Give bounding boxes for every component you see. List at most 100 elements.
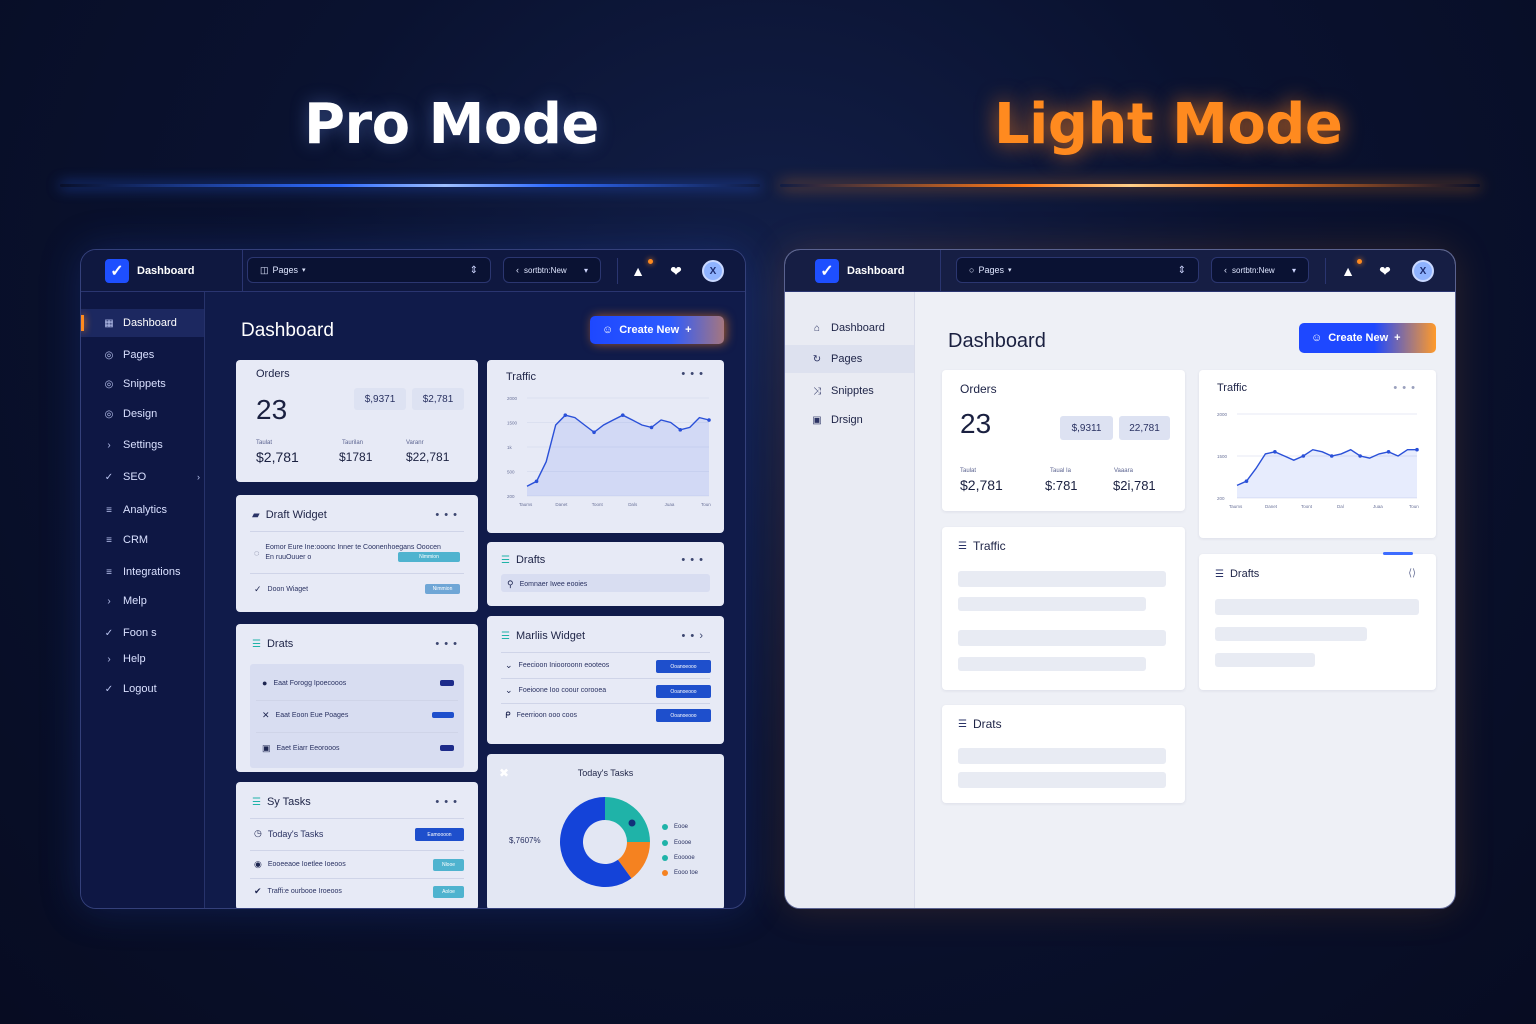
stat-value: $2i,781 bbox=[1113, 478, 1156, 493]
sidebar-item-snippets[interactable]: ◎ Snippets bbox=[81, 370, 204, 398]
list-item[interactable]: ⌄ Feecioon Iniooroonn eooteos bbox=[505, 660, 609, 671]
shuffle-icon: ⤨ bbox=[813, 385, 821, 397]
sidebar-item-label: Snipptes bbox=[831, 385, 874, 397]
list-item[interactable]: ✔ Traffi:e ourbooe Iroeoos bbox=[254, 886, 342, 897]
more-options-icon[interactable]: • • • bbox=[435, 509, 458, 521]
status-badge[interactable]: Ooanoeooo bbox=[656, 660, 711, 673]
sidebar-item-dashboard[interactable]: ▦ Dashboard bbox=[81, 309, 204, 337]
sidebar-item-help[interactable]: › Help bbox=[81, 645, 204, 673]
sidebar-item-design[interactable]: ◎ Design bbox=[81, 400, 204, 428]
x-tick-label: Toun bbox=[1409, 504, 1419, 509]
more-options-icon[interactable]: • • • bbox=[435, 796, 458, 808]
list-item[interactable]: ⌄ Foeioone Ioo coour corooea bbox=[505, 685, 606, 696]
sidebar-item-melp[interactable]: › Melp bbox=[81, 587, 204, 615]
stat-label: Taual Ia bbox=[1050, 468, 1072, 474]
list-item[interactable]: ◉ Eooeeaoe Ioetlee Ioeoos bbox=[254, 859, 346, 870]
y-tick-label: 2000 bbox=[1217, 412, 1228, 417]
more-options-icon[interactable]: • • • bbox=[435, 638, 458, 650]
orders-card: Orders 23 $,9311 22,781 Taulat $2,781 Ta… bbox=[942, 370, 1185, 511]
traffic-list-title-label: Traffic bbox=[972, 539, 1006, 553]
status-badge[interactable]: Ooanoeooo bbox=[656, 685, 711, 698]
x-tick-label: Taums bbox=[519, 502, 533, 507]
chat-icon[interactable]: ❤ bbox=[1375, 261, 1395, 281]
brand[interactable]: ✓ Dashboard bbox=[81, 250, 243, 291]
bell-icon[interactable]: ▲ bbox=[1338, 261, 1358, 281]
create-new-button[interactable]: ☺ Create New + bbox=[1299, 323, 1436, 353]
sidebar-item-design[interactable]: ▣ Drsign bbox=[785, 406, 914, 434]
chevron-right-icon: › bbox=[107, 653, 111, 665]
list-item-text: Traffi:e ourbooe Iroeoos bbox=[267, 888, 342, 895]
skeleton-line bbox=[958, 657, 1146, 671]
list-item[interactable]: ᑭ Feerrioon ooo coos bbox=[505, 710, 577, 721]
status-badge[interactable]: Ooanoeooo bbox=[656, 709, 711, 722]
grid-icon: ▦ bbox=[104, 317, 114, 329]
sidebar-item-settings[interactable]: › Settings bbox=[81, 431, 204, 459]
sidebar-item-analytics[interactable]: ≡ Analytics bbox=[81, 496, 204, 524]
brand[interactable]: ✓ Dashboard bbox=[785, 250, 941, 291]
stat-label: Taulat bbox=[960, 468, 977, 474]
legend-item: Eooe bbox=[662, 824, 688, 830]
x-tick-label: Toont bbox=[1301, 504, 1313, 509]
bell-icon[interactable]: ▲ bbox=[628, 261, 648, 281]
lock-icon: ▰ bbox=[252, 509, 260, 521]
new-select[interactable]: ‹ sortbtn:New ▾ bbox=[503, 257, 601, 283]
data-point bbox=[707, 418, 711, 422]
list-item-text: Foeioone Ioo coour corooea bbox=[518, 687, 607, 694]
sidebar-item-pages[interactable]: ◎ Pages bbox=[81, 341, 204, 369]
sidebar-item-seo[interactable]: ✓ SEO › bbox=[81, 463, 204, 491]
data-point bbox=[563, 413, 568, 417]
notification-dot bbox=[1357, 259, 1362, 264]
sidebar-item-integrations[interactable]: ≡ Integrations bbox=[81, 558, 204, 586]
sidebar-item-label: Dashboard bbox=[831, 322, 885, 334]
list-item[interactable]: ● Eaat Forogg Ipoecooos bbox=[262, 678, 346, 688]
link-icon: ⚲ bbox=[507, 579, 514, 589]
list-item[interactable]: ◷ Today's Tasks bbox=[254, 828, 323, 839]
sidebar-item-logout[interactable]: ✓ Logout bbox=[81, 675, 204, 703]
list-icon: ☰ bbox=[501, 554, 510, 566]
list-item[interactable]: ▣ Eaet Eiarr Eeorooos bbox=[262, 743, 340, 754]
chat-icon[interactable]: ❤ bbox=[666, 261, 686, 281]
expand-icon[interactable]: ⟨⟩ bbox=[1408, 568, 1416, 579]
list-item[interactable]: ✕ Eaat Eoon Eue Poages bbox=[262, 710, 348, 721]
pages-select[interactable]: ◫ Pages ▾ ⇕ bbox=[247, 257, 491, 283]
sidebar-item-label: Pages bbox=[831, 353, 863, 365]
legend-swatch bbox=[662, 870, 668, 876]
status-badge[interactable]: Eamoooon bbox=[415, 828, 464, 841]
pages-select[interactable]: ○ Pages ▾ ⇕ bbox=[956, 257, 1199, 283]
sidebar-item-pages[interactable]: ↻ Pages bbox=[785, 345, 914, 373]
pro-sidebar: ▦ Dashboard ◎ Pages ◎ Snippets ◎ Design … bbox=[81, 292, 205, 908]
list-icon: ≡ bbox=[106, 566, 112, 578]
sidebar-item-label: Snippets bbox=[123, 378, 166, 390]
sidebar-item-label: Dashboard bbox=[123, 317, 177, 329]
new-select[interactable]: ‹ sortbtn:New ▾ bbox=[1211, 257, 1309, 283]
create-new-button[interactable]: ☺ Create New + bbox=[590, 316, 724, 344]
sidebar-item-foons[interactable]: ✓ Foon s bbox=[81, 619, 204, 647]
check-icon: ✓ bbox=[254, 584, 262, 594]
avatar[interactable]: X bbox=[1412, 260, 1434, 282]
todays-tasks-card: ✖ Today's Tasks $,7607% Eooe Eoooe Eoooo… bbox=[487, 754, 724, 908]
drafts-title: ☰ Drafts bbox=[501, 554, 545, 566]
avatar[interactable]: X bbox=[702, 260, 724, 282]
sidebar-item-snippets[interactable]: ⤨ Snipptes bbox=[785, 377, 914, 405]
legend-label: Eoooe bbox=[674, 840, 692, 846]
status-badge bbox=[440, 680, 454, 686]
skeleton-line bbox=[958, 597, 1146, 611]
orders-title: Orders bbox=[256, 368, 290, 380]
list-item[interactable]: ✓ Doon Wiaget bbox=[254, 584, 308, 595]
sidebar-item-crm[interactable]: ≡ CRM bbox=[81, 526, 204, 554]
sidebar-item-dashboard[interactable]: ⌂ Dashboard bbox=[785, 314, 914, 342]
divider bbox=[256, 732, 458, 733]
status-badge[interactable]: Aoloe bbox=[433, 886, 464, 898]
close-icon: ✕ bbox=[262, 710, 270, 720]
circle-icon: ◎ bbox=[104, 349, 114, 361]
data-point bbox=[678, 428, 683, 432]
more-options-icon[interactable]: • • › bbox=[682, 630, 704, 642]
orders-pill: $,9371 bbox=[354, 388, 406, 410]
more-options-icon[interactable]: • • • bbox=[681, 554, 704, 566]
stat-value: $:781 bbox=[1045, 478, 1078, 493]
pages-icon: ◫ bbox=[260, 264, 269, 275]
accent-bar bbox=[1383, 552, 1413, 555]
status-badge[interactable]: Nlooe bbox=[433, 859, 464, 871]
check-icon: ✓ bbox=[104, 627, 114, 639]
chevron-right-icon: › bbox=[107, 595, 111, 607]
